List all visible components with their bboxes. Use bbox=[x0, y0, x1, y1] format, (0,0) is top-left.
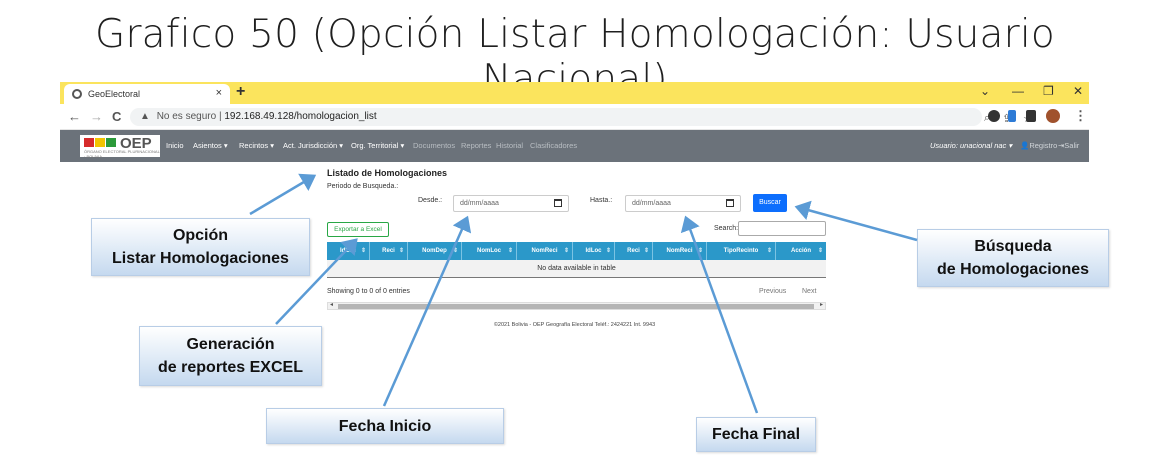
register-label: Registro bbox=[1029, 141, 1058, 150]
app-navbar: OEP ÓRGANO ELECTORAL PLURINACIONAL · BOL… bbox=[60, 130, 1089, 162]
column-header[interactable]: Acción ⇕ bbox=[776, 242, 826, 260]
url-separator: | bbox=[218, 111, 222, 122]
logo-yellow-square bbox=[95, 138, 105, 147]
globe-icon bbox=[72, 89, 82, 99]
browser-tab[interactable]: GeoElectoral × bbox=[64, 84, 230, 104]
menu-asientos[interactable]: Asientos ▾ bbox=[193, 141, 228, 150]
forward-button[interactable]: → bbox=[90, 109, 103, 124]
desde-date-input[interactable]: dd/mm/aaaa bbox=[453, 195, 569, 212]
export-excel-button[interactable]: Exportar a Excel bbox=[327, 222, 389, 237]
security-status: No es seguro bbox=[156, 111, 217, 122]
minimize-button[interactable]: — bbox=[1012, 84, 1024, 98]
column-header[interactable]: NomLoc ⇕ bbox=[462, 242, 517, 260]
menu-reportes[interactable]: Reportes bbox=[461, 141, 491, 150]
url-text: 192.168.49.128/homologacion_list bbox=[224, 111, 377, 122]
hasta-date-input[interactable]: dd/mm/aaaa bbox=[625, 195, 741, 212]
maximize-button[interactable]: ❐ bbox=[1043, 84, 1054, 98]
oep-logo[interactable]: OEP ÓRGANO ELECTORAL PLURINACIONAL · BOL… bbox=[80, 135, 160, 159]
search-input[interactable] bbox=[738, 221, 826, 236]
logout-label: Salir bbox=[1064, 141, 1080, 150]
url-field[interactable]: ▲ No es seguro | 192.168.49.128/homologa… bbox=[130, 108, 1033, 126]
warning-icon: ▲ bbox=[140, 111, 150, 122]
homologaciones-table: IdLoc ⇕ Reci ⇕ NomDep ⇕ NomLoc ⇕ NomReci ⇕ Id… bbox=[327, 242, 826, 278]
column-header[interactable]: NomReci ⇕ bbox=[653, 242, 707, 260]
column-header[interactable]: IdLoc ⇕ bbox=[327, 242, 370, 260]
column-header[interactable]: Reci ⇕ bbox=[370, 242, 408, 260]
desde-placeholder: dd/mm/aaaa bbox=[460, 200, 499, 207]
hasta-placeholder: dd/mm/aaaa bbox=[632, 200, 671, 207]
callout-fecha-inicio: Fecha Inicio bbox=[266, 408, 504, 444]
extension-icon[interactable] bbox=[988, 110, 1000, 122]
menu-act-jurisdiccion[interactable]: Act. Jurisdicción ▾ bbox=[283, 141, 343, 150]
column-header[interactable]: NomDep ⇕ bbox=[408, 242, 462, 260]
menu-inicio[interactable]: Inicio bbox=[166, 141, 184, 150]
logout-link[interactable]: ⇥Salir bbox=[1058, 141, 1079, 150]
register-link[interactable]: 👤Registro bbox=[1020, 141, 1057, 150]
scroll-left-icon[interactable]: ◂ bbox=[330, 301, 333, 308]
reload-button[interactable]: C bbox=[112, 109, 121, 124]
logo-red-square bbox=[84, 138, 94, 147]
buscar-button[interactable]: Buscar bbox=[753, 194, 787, 212]
menu-recintos[interactable]: Recintos ▾ bbox=[239, 141, 274, 150]
column-header[interactable]: TipoRecinto ⇕ bbox=[707, 242, 776, 260]
close-tab-icon[interactable]: × bbox=[216, 87, 222, 99]
column-header[interactable]: Reci ⇕ bbox=[615, 242, 653, 260]
menu-org-territorial[interactable]: Org. Territorial ▾ bbox=[351, 141, 404, 150]
logo-green-square bbox=[106, 138, 116, 147]
back-button[interactable]: ← bbox=[68, 109, 81, 124]
previous-page-link[interactable]: Previous bbox=[759, 288, 786, 295]
more-menu-icon[interactable]: ⋮ bbox=[1074, 108, 1087, 124]
menu-clasificadores[interactable]: Clasificadores bbox=[530, 141, 577, 150]
tab-search-icon[interactable]: ⌄ bbox=[980, 84, 990, 98]
user-icon: 👤 bbox=[1020, 141, 1030, 150]
user-menu[interactable]: Usuario: unacional nac ▾ bbox=[930, 141, 1012, 150]
extension-icon[interactable] bbox=[1008, 110, 1016, 122]
tab-bar: GeoElectoral × + ⌄ — ❐ ✕ bbox=[60, 82, 1089, 104]
next-page-link[interactable]: Next bbox=[802, 288, 816, 295]
horizontal-scrollbar[interactable]: ◂ ▸ bbox=[327, 302, 826, 310]
address-bar: ← → C ▲ No es seguro | 192.168.49.128/ho… bbox=[60, 104, 1089, 130]
callout-listar-homologaciones: Opción Listar Homologaciones bbox=[91, 218, 310, 276]
callout-fecha-final: Fecha Final bbox=[696, 417, 816, 452]
browser-window: GeoElectoral × + ⌄ — ❐ ✕ ← → C ▲ No es s… bbox=[60, 82, 1089, 342]
logo-subtext: ÓRGANO ELECTORAL PLURINACIONAL · BOLIVIA bbox=[84, 149, 160, 159]
callout-generacion-excel: Generación de reportes EXCEL bbox=[139, 326, 322, 386]
calendar-icon[interactable] bbox=[554, 199, 562, 207]
menu-historial[interactable]: Historial bbox=[496, 141, 523, 150]
empty-table-message: No data available in table bbox=[327, 260, 826, 278]
scrollbar-thumb[interactable] bbox=[338, 304, 814, 309]
new-tab-button[interactable]: + bbox=[236, 83, 245, 101]
scroll-right-icon[interactable]: ▸ bbox=[820, 301, 823, 308]
column-header[interactable]: NomReci ⇕ bbox=[517, 242, 573, 260]
callout-busqueda-homologaciones: Búsqueda de Homologaciones bbox=[917, 229, 1109, 287]
close-window-button[interactable]: ✕ bbox=[1073, 84, 1083, 98]
period-label: Periodo de Busqueda.: bbox=[327, 183, 399, 190]
tab-title: GeoElectoral bbox=[88, 89, 141, 99]
page-title: Listado de Homologaciones bbox=[327, 168, 448, 178]
table-header: IdLoc ⇕ Reci ⇕ NomDep ⇕ NomLoc ⇕ NomReci ⇕ Id… bbox=[327, 242, 826, 260]
calendar-icon[interactable] bbox=[726, 199, 734, 207]
avatar[interactable] bbox=[1046, 109, 1060, 123]
menu-documentos[interactable]: Documentos bbox=[413, 141, 455, 150]
hasta-label: Hasta.: bbox=[590, 197, 613, 204]
column-header[interactable]: IdLoc ⇕ bbox=[573, 242, 615, 260]
entries-info: Showing 0 to 0 of 0 entries bbox=[327, 288, 410, 295]
puzzle-icon[interactable] bbox=[1026, 110, 1036, 122]
desde-label: Desde.: bbox=[418, 197, 443, 204]
search-label: Search: bbox=[714, 225, 739, 232]
